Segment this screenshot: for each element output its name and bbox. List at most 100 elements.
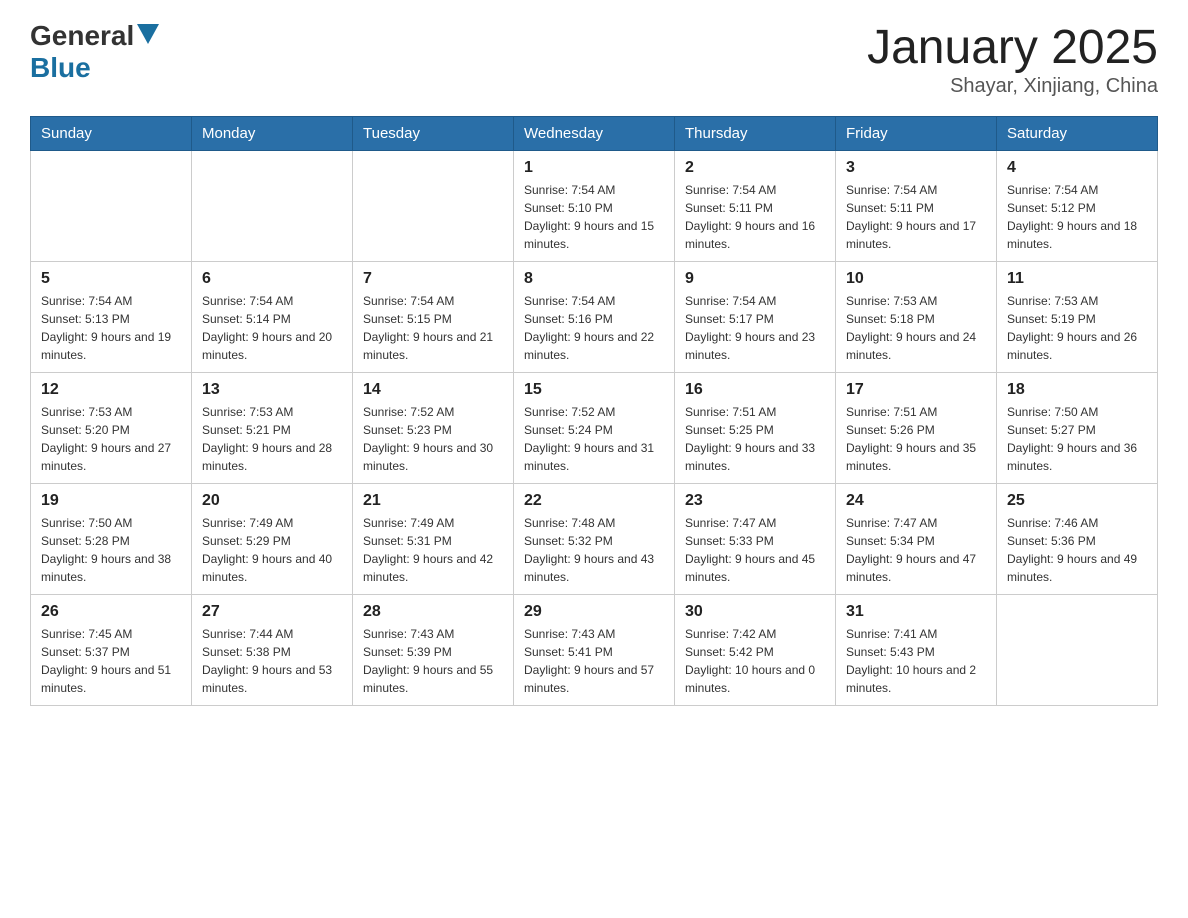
day-info: Sunrise: 7:45 AMSunset: 5:37 PMDaylight:… — [41, 625, 181, 697]
day-number: 18 — [1007, 381, 1147, 399]
day-info: Sunrise: 7:46 AMSunset: 5:36 PMDaylight:… — [1007, 514, 1147, 586]
calendar-cell: 23 Sunrise: 7:47 AMSunset: 5:33 PMDayligh… — [675, 484, 836, 595]
day-info: Sunrise: 7:54 AMSunset: 5:16 PMDaylight:… — [524, 292, 664, 364]
calendar-cell: 27 Sunrise: 7:44 AMSunset: 5:38 PMDayligh… — [192, 595, 353, 706]
location-text: Shayar, Xinjiang, China — [867, 75, 1158, 98]
day-number: 25 — [1007, 492, 1147, 510]
calendar-cell: 3 Sunrise: 7:54 AMSunset: 5:11 PMDaylight… — [836, 151, 997, 262]
day-info: Sunrise: 7:54 AMSunset: 5:10 PMDaylight:… — [524, 181, 664, 253]
day-info: Sunrise: 7:53 AMSunset: 5:21 PMDaylight:… — [202, 403, 342, 475]
calendar-cell — [192, 151, 353, 262]
day-info: Sunrise: 7:53 AMSunset: 5:19 PMDaylight:… — [1007, 292, 1147, 364]
day-info: Sunrise: 7:44 AMSunset: 5:38 PMDaylight:… — [202, 625, 342, 697]
calendar-cell: 25 Sunrise: 7:46 AMSunset: 5:36 PMDayligh… — [997, 484, 1158, 595]
day-info: Sunrise: 7:52 AMSunset: 5:23 PMDaylight:… — [363, 403, 503, 475]
page-header: General Blue January 2025 Shayar, Xinjia… — [30, 20, 1158, 98]
calendar-cell: 16 Sunrise: 7:51 AMSunset: 5:25 PMDayligh… — [675, 373, 836, 484]
day-number: 15 — [524, 381, 664, 399]
day-info: Sunrise: 7:54 AMSunset: 5:13 PMDaylight:… — [41, 292, 181, 364]
day-info: Sunrise: 7:47 AMSunset: 5:33 PMDaylight:… — [685, 514, 825, 586]
day-info: Sunrise: 7:54 AMSunset: 5:12 PMDaylight:… — [1007, 181, 1147, 253]
calendar-cell: 8 Sunrise: 7:54 AMSunset: 5:16 PMDaylight… — [514, 262, 675, 373]
day-info: Sunrise: 7:42 AMSunset: 5:42 PMDaylight:… — [685, 625, 825, 697]
calendar-cell: 21Sunrise: 7:49 AMSunset: 5:31 PMDayligh… — [353, 484, 514, 595]
header-saturday: Saturday — [997, 117, 1158, 151]
week-row-2: 5Sunrise: 7:54 AMSunset: 5:13 PMDaylight… — [31, 262, 1158, 373]
calendar-cell — [31, 151, 192, 262]
calendar-cell: 24 Sunrise: 7:47 AMSunset: 5:34 PMDayligh… — [836, 484, 997, 595]
calendar-cell — [997, 595, 1158, 706]
day-number: 14 — [363, 381, 503, 399]
day-number: 16 — [685, 381, 825, 399]
calendar-header-row: SundayMondayTuesdayWednesdayThursdayFrid… — [31, 117, 1158, 151]
day-number: 27 — [202, 603, 342, 621]
calendar-cell: 29 Sunrise: 7:43 AMSunset: 5:41 PMDayligh… — [514, 595, 675, 706]
day-number: 12 — [41, 381, 181, 399]
calendar-cell: 20 Sunrise: 7:49 AMSunset: 5:29 PMDayligh… — [192, 484, 353, 595]
calendar-cell: 14 Sunrise: 7:52 AMSunset: 5:23 PMDayligh… — [353, 373, 514, 484]
day-number: 9 — [685, 270, 825, 288]
title-section: January 2025 Shayar, Xinjiang, China — [867, 20, 1158, 98]
day-info: Sunrise: 7:48 AMSunset: 5:32 PMDaylight:… — [524, 514, 664, 586]
day-info: Sunrise: 7:43 AMSunset: 5:41 PMDaylight:… — [524, 625, 664, 697]
day-number: 13 — [202, 381, 342, 399]
logo-general-text: General — [30, 20, 134, 52]
day-number: 29 — [524, 603, 664, 621]
week-row-5: 26Sunrise: 7:45 AMSunset: 5:37 PMDayligh… — [31, 595, 1158, 706]
day-info: Sunrise: 7:51 AMSunset: 5:25 PMDaylight:… — [685, 403, 825, 475]
logo: General Blue — [30, 20, 159, 84]
week-row-1: 1Sunrise: 7:54 AMSunset: 5:10 PMDaylight… — [31, 151, 1158, 262]
day-info: Sunrise: 7:49 AMSunset: 5:29 PMDaylight:… — [202, 514, 342, 586]
week-row-4: 19 Sunrise: 7:50 AMSunset: 5:28 PMDayligh… — [31, 484, 1158, 595]
calendar-cell: 5Sunrise: 7:54 AMSunset: 5:13 PMDaylight… — [31, 262, 192, 373]
day-info: Sunrise: 7:54 AMSunset: 5:17 PMDaylight:… — [685, 292, 825, 364]
header-monday: Monday — [192, 117, 353, 151]
calendar-cell: 26Sunrise: 7:45 AMSunset: 5:37 PMDayligh… — [31, 595, 192, 706]
calendar-cell: 15 Sunrise: 7:52 AMSunset: 5:24 PMDayligh… — [514, 373, 675, 484]
day-number: 30 — [685, 603, 825, 621]
day-number: 20 — [202, 492, 342, 510]
day-number: 21 — [363, 492, 503, 510]
day-number: 24 — [846, 492, 986, 510]
day-info: Sunrise: 7:54 AMSunset: 5:14 PMDaylight:… — [202, 292, 342, 364]
day-info: Sunrise: 7:50 AMSunset: 5:27 PMDaylight:… — [1007, 403, 1147, 475]
day-info: Sunrise: 7:43 AMSunset: 5:39 PMDaylight:… — [363, 625, 503, 697]
day-number: 28 — [363, 603, 503, 621]
calendar-cell: 1Sunrise: 7:54 AMSunset: 5:10 PMDaylight… — [514, 151, 675, 262]
header-friday: Friday — [836, 117, 997, 151]
calendar-cell: 18 Sunrise: 7:50 AMSunset: 5:27 PMDayligh… — [997, 373, 1158, 484]
calendar-cell: 6Sunrise: 7:54 AMSunset: 5:14 PMDaylight… — [192, 262, 353, 373]
calendar-cell: 19 Sunrise: 7:50 AMSunset: 5:28 PMDayligh… — [31, 484, 192, 595]
calendar-cell: 4 Sunrise: 7:54 AMSunset: 5:12 PMDaylight… — [997, 151, 1158, 262]
day-number: 3 — [846, 159, 986, 177]
day-info: Sunrise: 7:53 AMSunset: 5:18 PMDaylight:… — [846, 292, 986, 364]
day-info: Sunrise: 7:54 AMSunset: 5:15 PMDaylight:… — [363, 292, 503, 364]
day-info: Sunrise: 7:52 AMSunset: 5:24 PMDaylight:… — [524, 403, 664, 475]
header-wednesday: Wednesday — [514, 117, 675, 151]
day-number: 19 — [41, 492, 181, 510]
day-number: 8 — [524, 270, 664, 288]
day-info: Sunrise: 7:54 AMSunset: 5:11 PMDaylight:… — [685, 181, 825, 253]
day-info: Sunrise: 7:53 AMSunset: 5:20 PMDaylight:… — [41, 403, 181, 475]
week-row-3: 12 Sunrise: 7:53 AMSunset: 5:20 PMDayligh… — [31, 373, 1158, 484]
logo-triangle-icon — [137, 24, 159, 49]
day-info: Sunrise: 7:51 AMSunset: 5:26 PMDaylight:… — [846, 403, 986, 475]
day-info: Sunrise: 7:47 AMSunset: 5:34 PMDaylight:… — [846, 514, 986, 586]
day-number: 31 — [846, 603, 986, 621]
day-number: 2 — [685, 159, 825, 177]
day-info: Sunrise: 7:50 AMSunset: 5:28 PMDaylight:… — [41, 514, 181, 586]
calendar-cell: 13 Sunrise: 7:53 AMSunset: 5:21 PMDayligh… — [192, 373, 353, 484]
calendar-cell: 22Sunrise: 7:48 AMSunset: 5:32 PMDayligh… — [514, 484, 675, 595]
day-number: 23 — [685, 492, 825, 510]
header-sunday: Sunday — [31, 117, 192, 151]
calendar-cell: 28 Sunrise: 7:43 AMSunset: 5:39 PMDayligh… — [353, 595, 514, 706]
header-tuesday: Tuesday — [353, 117, 514, 151]
header-thursday: Thursday — [675, 117, 836, 151]
calendar-table: SundayMondayTuesdayWednesdayThursdayFrid… — [30, 116, 1158, 706]
day-info: Sunrise: 7:41 AMSunset: 5:43 PMDaylight:… — [846, 625, 986, 697]
day-number: 4 — [1007, 159, 1147, 177]
calendar-cell: 31 Sunrise: 7:41 AMSunset: 5:43 PMDayligh… — [836, 595, 997, 706]
day-number: 7 — [363, 270, 503, 288]
day-info: Sunrise: 7:54 AMSunset: 5:11 PMDaylight:… — [846, 181, 986, 253]
calendar-cell: 9 Sunrise: 7:54 AMSunset: 5:17 PMDaylight… — [675, 262, 836, 373]
